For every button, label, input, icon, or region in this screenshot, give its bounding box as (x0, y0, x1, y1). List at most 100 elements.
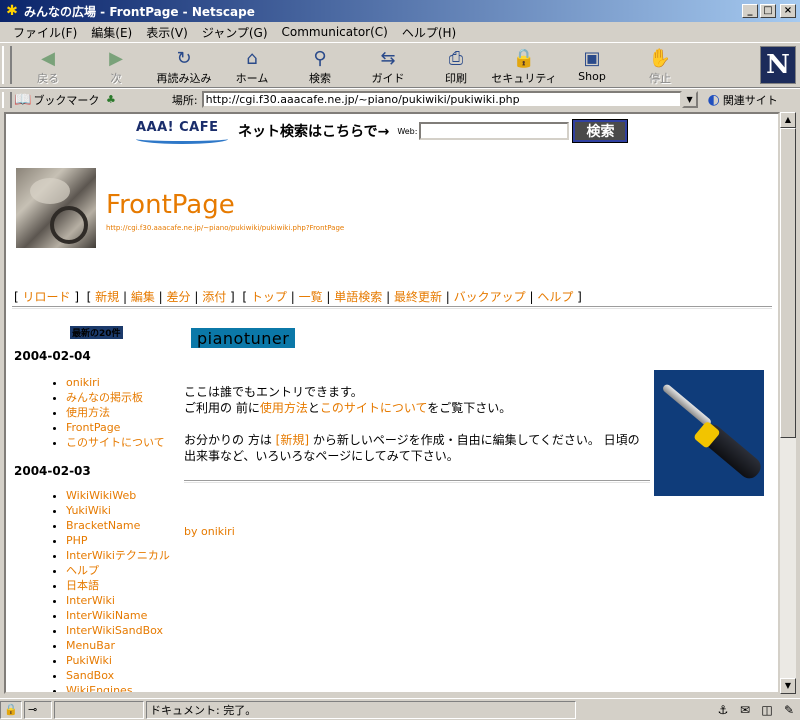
author-link[interactable]: onikiri (201, 525, 235, 538)
nav-separator: | (382, 290, 394, 304)
window-title: みんなの広場 - FrontPage - Netscape (24, 4, 255, 19)
recent-page-link[interactable]: ヘルプ (66, 564, 99, 577)
mail-icon[interactable]: ✉ (734, 703, 756, 717)
netscape-logo[interactable]: N (760, 46, 796, 84)
nav-link[interactable]: 一覧 (299, 290, 323, 304)
close-button[interactable]: × (780, 4, 796, 18)
toolbar-button-0[interactable]: ◀ 戻る (14, 43, 82, 87)
nav-link[interactable]: 最終更新 (394, 290, 442, 304)
recent-page-link[interactable]: PHP (66, 534, 88, 547)
minimize-button[interactable]: _ (742, 4, 758, 18)
toolbar-button-8[interactable]: ▣ Shop (558, 43, 626, 87)
menu-edit[interactable]: 編集(E) (84, 24, 139, 41)
toolbar-button-7[interactable]: 🔒 セキュリティ (490, 43, 558, 87)
scroll-thumb[interactable] (780, 128, 796, 438)
scroll-down-button[interactable]: ▼ (780, 678, 796, 694)
list-item: YukiWiki (66, 503, 184, 518)
nav-link[interactable]: 編集 (131, 290, 155, 304)
nav-separator: | (154, 290, 167, 304)
bookmark-icon: 📖 (14, 91, 32, 108)
nav-separator: | (119, 290, 131, 304)
new-page-link[interactable]: [新規] (276, 433, 309, 447)
toolbar-button-label: Shop (578, 70, 606, 83)
maximize-button[interactable]: □ (760, 4, 776, 18)
url-input[interactable] (201, 91, 682, 108)
recent-page-link[interactable]: FrontPage (66, 421, 120, 434)
nav-bracket: ] (226, 290, 235, 304)
toolbar-button-4[interactable]: ⚲ 検索 (286, 43, 354, 87)
list-item: InterWiki (66, 593, 184, 608)
menu-view[interactable]: 表示(V) (139, 24, 195, 41)
vertical-scrollbar[interactable]: ▲ ▼ (780, 112, 796, 694)
page-url-link[interactable]: http://cgi.f30.aaacafe.ne.jp/~piano/puki… (106, 224, 344, 232)
menu-file[interactable]: ファイル(F) (6, 24, 84, 41)
about-site-link[interactable]: このサイトについて (320, 401, 427, 415)
nav-link[interactable]: バックアップ (454, 290, 526, 304)
composer-icon[interactable]: ✎ (778, 703, 800, 717)
navigator-icon[interactable]: ⚓ (712, 703, 734, 717)
menu-help[interactable]: ヘルプ(H) (395, 24, 463, 41)
recent-page-link[interactable]: InterWiki (66, 594, 115, 607)
recent-page-link[interactable]: MenuBar (66, 639, 115, 652)
toolbar-button-6[interactable]: ⎙ 印刷 (422, 43, 490, 87)
toolbar-button-1[interactable]: ▶ 次 (82, 43, 150, 87)
menu-go[interactable]: ジャンプ(G) (195, 24, 275, 41)
status-text-cell: ドキュメント: 完了。 (146, 700, 576, 719)
recent-page-link[interactable]: YukiWiki (66, 504, 111, 517)
recent-page-link[interactable]: 使用方法 (66, 406, 110, 419)
list-item: このサイトについて (66, 435, 184, 450)
related-sites-button[interactable]: ◐ 関連サイト (708, 92, 778, 108)
nav-link[interactable]: リロード (23, 290, 71, 304)
toolbar-grip[interactable] (2, 46, 12, 84)
recent-page-link[interactable]: InterWikiName (66, 609, 147, 622)
recent-changes-sidebar: 最新の20件 2004-02-04 onikiri みんなの掲示板使用方法 Front… (14, 326, 184, 692)
nav-link[interactable]: 添付 (202, 290, 226, 304)
nav-link[interactable]: 新規 (95, 290, 119, 304)
recent-page-link[interactable]: InterWikiSandBox (66, 624, 163, 637)
shop-icon: ▣ (583, 47, 601, 69)
toolbar-button-9[interactable]: ✋ 停止 (626, 43, 694, 87)
nav-link[interactable]: 差分 (167, 290, 191, 304)
recent-page-link[interactable]: BracketName (66, 519, 140, 532)
url-dropdown-button[interactable]: ▼ (681, 91, 698, 108)
recent-page-link[interactable]: SandBox (66, 669, 114, 682)
wiki-nav-bar: [ リロード ] [ 新規 | 編集 | 差分 | 添付 ] [ トップ | 一… (14, 288, 582, 305)
bookmarks-button[interactable]: 📖 ブックマーク (14, 92, 110, 108)
usage-link[interactable]: 使用方法 (260, 401, 308, 415)
search-button[interactable]: 検索 (572, 119, 629, 143)
print-icon: ⎙ (448, 47, 464, 69)
menu-communicator[interactable]: Communicator(C) (275, 25, 395, 39)
search-icon: ⚲ (313, 47, 327, 69)
scroll-up-button[interactable]: ▲ (780, 112, 796, 128)
newsgroups-icon[interactable]: ◫ (756, 703, 778, 717)
location-bar-grip[interactable] (2, 91, 12, 108)
toolbar-button-label: 検索 (309, 72, 331, 85)
main-content: pianotuner ここは誰でもエントリできます。 ご利用の 前に使用方法とこ… (184, 328, 770, 538)
recent-page-link[interactable]: 日本語 (66, 579, 99, 592)
page-proxy-icon[interactable]: ♣ (106, 93, 116, 106)
recent-page-link[interactable]: PukiWiki (66, 654, 112, 667)
menu-bar: ファイル(F) 編集(E) 表示(V) ジャンプ(G) Communicator… (0, 22, 800, 42)
toolbar-button-5[interactable]: ⇆ ガイド (354, 43, 422, 87)
web-search-input[interactable] (419, 122, 570, 140)
recent-page-link[interactable]: このサイトについて (66, 436, 165, 449)
recent-page-link[interactable]: onikiri (66, 376, 100, 389)
netscape-app-icon[interactable]: ✱ (4, 3, 20, 19)
page-title[interactable]: FrontPage (106, 190, 235, 220)
list-item: InterWikiテクニカル (66, 548, 184, 563)
aaa-cafe-logo[interactable]: AAA! CAFE (136, 120, 232, 144)
toolbar-button-2[interactable]: ↻ 再読み込み (150, 43, 218, 87)
recent-page-link[interactable]: みんなの掲示板 (66, 391, 143, 404)
recent-date-heading: 2004-02-03 (14, 464, 91, 478)
toolbar-button-label: 戻る (37, 72, 59, 85)
recent-page-link[interactable]: InterWikiテクニカル (66, 549, 170, 562)
bookmarks-label: ブックマーク (33, 93, 100, 107)
toolbar-button-3[interactable]: ⌂ ホーム (218, 43, 286, 87)
nav-link[interactable]: ヘルプ (537, 290, 573, 304)
connection-status-icon[interactable]: ⊸ (24, 700, 52, 719)
recent-page-link[interactable]: WikiWikiWeb (66, 489, 136, 502)
nav-link[interactable]: トップ (251, 290, 287, 304)
nav-link[interactable]: 単語検索 (334, 290, 382, 304)
security-status-icon[interactable]: 🔒 (0, 700, 22, 719)
recent-page-link[interactable]: WikiEngines (66, 684, 133, 692)
